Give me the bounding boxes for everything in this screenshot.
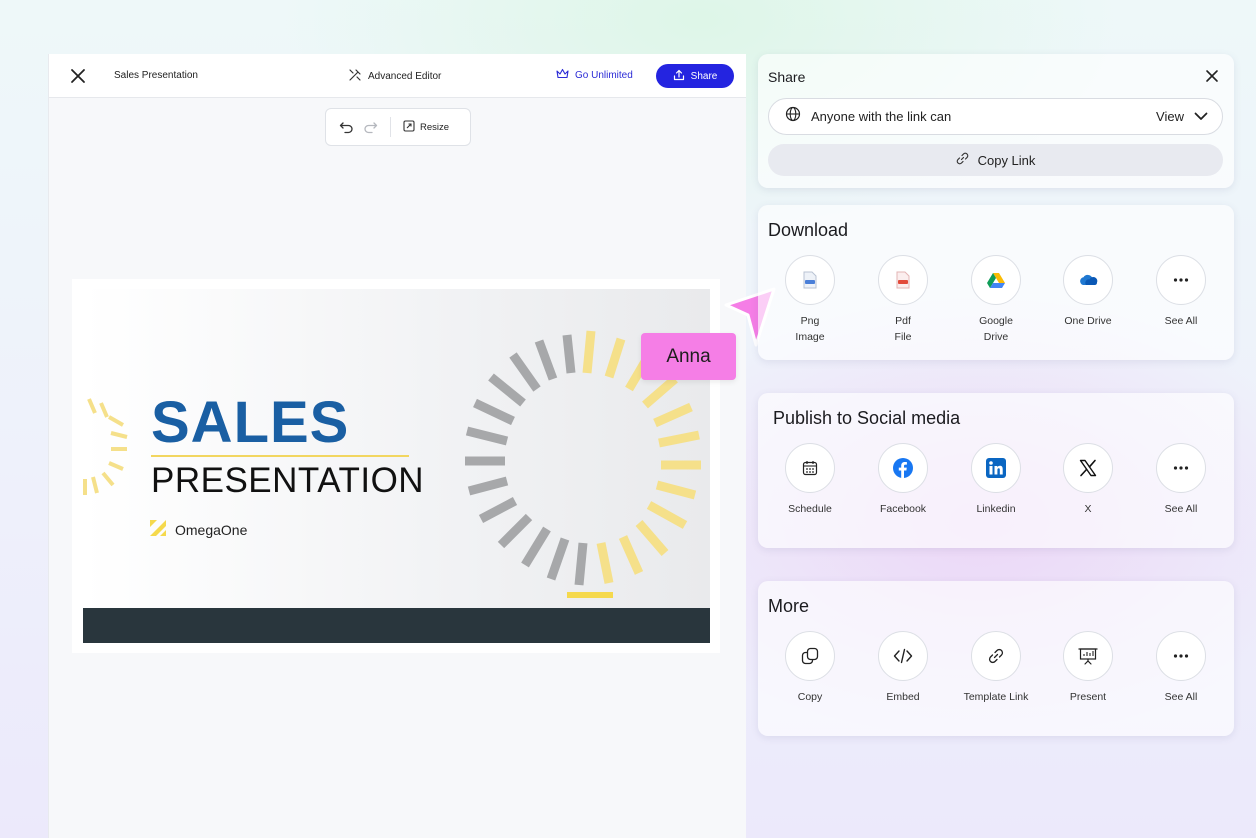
x-label: X <box>1084 503 1092 515</box>
present-button[interactable]: Present <box>1043 631 1133 705</box>
embed-label: Embed <box>886 691 920 703</box>
download-panel-title: Download <box>768 220 849 240</box>
slide-brand[interactable]: OmegaOne <box>150 520 247 539</box>
share-button-label: Share <box>690 70 718 82</box>
chevron-down-icon <box>1194 108 1208 126</box>
link-icon <box>971 631 1021 681</box>
go-unlimited-label: Go Unlimited <box>575 69 633 81</box>
more-icon <box>1156 443 1206 493</box>
google-drive-label: Google Drive <box>979 315 1013 343</box>
resize-icon <box>403 119 415 135</box>
onedrive-icon <box>1063 255 1113 305</box>
google-drive-icon <box>971 255 1021 305</box>
social-media-panel: Publish to Social media Schedule Faceboo… <box>758 393 1234 548</box>
x-button[interactable]: X <box>1043 443 1133 517</box>
schedule-label: Schedule <box>788 503 832 515</box>
download-pdf-button[interactable]: Pdf File <box>858 255 948 345</box>
slide-subtitle[interactable]: PRESENTATION <box>151 461 424 501</box>
download-png-label: Png Image <box>795 315 825 343</box>
facebook-icon <box>878 443 928 493</box>
copy-link-label: Copy Link <box>977 152 1036 168</box>
code-icon <box>878 631 928 681</box>
present-label: Present <box>1069 691 1107 703</box>
close-icon[interactable] <box>69 67 87 85</box>
resize-label: Resize <box>420 121 450 133</box>
download-pdf-label: Pdf File <box>894 315 912 343</box>
advanced-editor-label: Advanced Editor <box>368 71 442 82</box>
png-file-icon <box>785 255 835 305</box>
slide-title[interactable]: SALES <box>151 389 349 456</box>
slide-footer-bar <box>83 608 710 643</box>
pdf-file-icon <box>878 255 928 305</box>
download-see-all-button[interactable]: See All <box>1136 255 1226 329</box>
close-icon[interactable] <box>1205 69 1219 83</box>
canvas-toolbar: Resize <box>325 108 471 146</box>
copy-link-button[interactable]: Copy Link <box>768 144 1223 176</box>
onedrive-label: One Drive <box>1064 315 1112 327</box>
more-icon <box>1156 255 1206 305</box>
social-see-all-button[interactable]: See All <box>1136 443 1226 517</box>
social-see-all-label: See All <box>1164 503 1198 515</box>
onedrive-button[interactable]: One Drive <box>1043 255 1133 329</box>
social-panel-title: Publish to Social media <box>773 408 961 428</box>
globe-icon <box>785 106 801 127</box>
facebook-button[interactable]: Facebook <box>858 443 948 517</box>
document-title: Sales Presentation <box>114 70 198 81</box>
linkedin-label: Linkedin <box>976 503 1016 515</box>
linkedin-button[interactable]: Linkedin <box>951 443 1041 517</box>
resize-button[interactable]: Resize <box>403 119 450 135</box>
embed-button[interactable]: Embed <box>858 631 948 705</box>
share-button[interactable]: Share <box>656 64 734 88</box>
copy-button[interactable]: Copy <box>765 631 855 705</box>
brand-logo-icon <box>150 520 166 539</box>
download-png-button[interactable]: Png Image <box>765 255 855 345</box>
x-icon <box>1063 443 1113 493</box>
more-icon <box>1156 631 1206 681</box>
advanced-editor-button[interactable]: Advanced Editor <box>348 68 441 85</box>
copy-label: Copy <box>797 691 823 703</box>
share-panel: Share Anyone with the link can View Copy… <box>758 54 1234 188</box>
more-panel: More Copy Embed Template Link Present Se… <box>758 581 1234 736</box>
redo-icon[interactable] <box>362 119 378 135</box>
link-access-dropdown[interactable]: Anyone with the link can View <box>768 98 1223 135</box>
copy-icon <box>785 631 835 681</box>
more-see-all-button[interactable]: See All <box>1136 631 1226 705</box>
linkedin-icon <box>971 443 1021 493</box>
brand-name: OmegaOne <box>175 521 248 538</box>
crown-icon <box>556 68 569 82</box>
decorative-burst-left <box>83 398 128 495</box>
calendar-icon <box>785 443 835 493</box>
facebook-label: Facebook <box>879 503 927 515</box>
link-icon <box>956 152 969 168</box>
schedule-button[interactable]: Schedule <box>765 443 855 517</box>
editor-window: Sales Presentation Advanced Editor Go Un… <box>48 54 746 838</box>
download-see-all-label: See All <box>1164 315 1198 327</box>
go-unlimited-link[interactable]: Go Unlimited <box>556 68 633 82</box>
toolbar-divider <box>390 117 391 137</box>
magic-edit-icon <box>348 68 362 85</box>
slide-title-underline <box>151 455 409 457</box>
download-panel: Download Png Image Pdf File Google Drive… <box>758 205 1234 360</box>
upload-icon <box>673 69 685 84</box>
link-access-text: Anyone with the link can <box>811 109 952 124</box>
share-panel-title: Share <box>768 69 806 85</box>
template-link-button[interactable]: Template Link <box>951 631 1041 705</box>
slide[interactable]: SALES PRESENTATION OmegaOne <box>83 289 710 643</box>
template-link-label: Template Link <box>963 691 1029 703</box>
more-panel-title: More <box>768 596 810 616</box>
slide-canvas[interactable]: SALES PRESENTATION OmegaOne <box>72 279 720 653</box>
undo-icon[interactable] <box>338 119 354 135</box>
editor-topbar: Sales Presentation Advanced Editor Go Un… <box>49 54 746 98</box>
collaborator-name-tag: Anna <box>641 333 736 380</box>
google-drive-button[interactable]: Google Drive <box>951 255 1041 345</box>
link-access-value: View <box>1156 109 1184 124</box>
more-see-all-label: See All <box>1164 691 1198 703</box>
presentation-icon <box>1063 631 1113 681</box>
